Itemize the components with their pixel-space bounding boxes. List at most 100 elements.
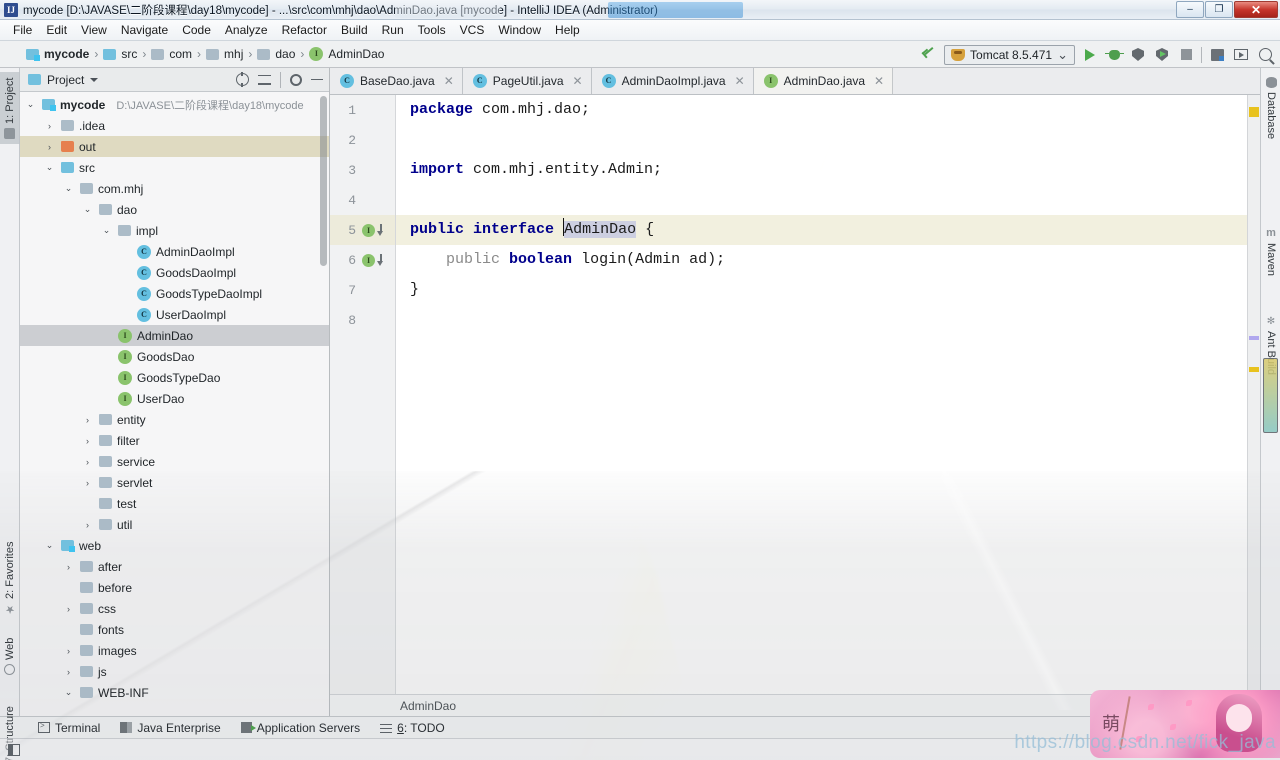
chevron-down-icon[interactable]: ⌄ [62,687,75,698]
code-line[interactable]: public boolean login(Admin ad); [396,245,1247,275]
update-application-icon[interactable] [1232,46,1250,64]
tree-item[interactable]: ⌄ mycode D:\JAVASE\二阶段课程\day18\mycode [20,94,329,115]
chevron-right-icon[interactable]: › [81,436,94,446]
close-button[interactable]: ✕ [1234,1,1278,18]
run-with-coverage-icon[interactable] [1129,46,1147,64]
tree-item[interactable]: › servlet [20,472,329,493]
hide-panel-icon[interactable] [311,78,323,81]
breadcrumb-com[interactable]: com [147,45,196,63]
editor-gutter[interactable]: 12345I6I78 [330,95,396,694]
chevron-right-icon[interactable]: › [81,457,94,467]
tree-item[interactable]: I GoodsDao [20,346,329,367]
stripe-warning-marker[interactable] [1249,107,1259,117]
run-with-profiler-icon[interactable] [1153,46,1171,64]
tree-item[interactable]: › after [20,556,329,577]
sidebar-item-database[interactable]: Database [1261,72,1280,146]
tree-item[interactable]: C UserDaoImpl [20,304,329,325]
green-arrow-icon[interactable] [920,46,938,64]
chevron-right-icon[interactable]: › [62,646,75,656]
chevron-right-icon[interactable]: › [81,520,94,530]
menu-code[interactable]: Code [175,21,218,40]
tree-item[interactable]: ⌄ com.mhj [20,178,329,199]
tree-item[interactable]: C GoodsTypeDaoImpl [20,283,329,304]
code-line[interactable]: } [396,275,1247,305]
chevron-down-icon[interactable]: ⌄ [24,99,37,110]
chevron-down-icon[interactable]: ⌄ [43,540,56,551]
code-line[interactable] [396,185,1247,215]
tree-item[interactable]: C AdminDaoImpl [20,241,329,262]
editor-tab[interactable]: C AdminDaoImpl.java ✕ [592,68,754,94]
breadcrumb-src[interactable]: src [99,45,141,63]
gutter-line[interactable]: 6I [330,245,395,275]
tree-item[interactable]: ⌄ web [20,535,329,556]
tree-item[interactable]: ⌄ WEB-INF [20,682,329,703]
chevron-right-icon[interactable]: › [43,142,56,152]
chevron-right-icon[interactable]: › [81,415,94,425]
gutter-line[interactable]: 5I [330,215,395,245]
sidebar-item-web[interactable]: Web [0,624,20,680]
run-configuration-selector[interactable]: Tomcat 8.5.471 ⌄ [944,44,1075,65]
editor-tab[interactable]: I AdminDao.java ✕ [753,68,894,94]
tree-item[interactable]: C GoodsDaoImpl [20,262,329,283]
chevron-down-icon[interactable]: ⌄ [81,204,94,215]
gutter-line[interactable]: 2 [330,125,395,155]
menu-tools[interactable]: Tools [411,21,453,40]
search-everywhere-icon[interactable] [1256,46,1274,64]
breadcrumb-mhj[interactable]: mhj [202,45,247,63]
build-project-icon[interactable] [1208,46,1226,64]
breadcrumb-admindao[interactable]: I AdminDao [305,45,388,63]
breadcrumb-dao[interactable]: dao [253,45,299,63]
code-line[interactable] [396,125,1247,155]
interface-implemented-icon[interactable]: I [362,253,385,267]
intention-bulb-icon[interactable] [410,191,423,208]
project-tree-scrollbar[interactable] [319,94,328,716]
debug-icon[interactable] [1104,46,1124,64]
tool-window-terminal[interactable]: Terminal [28,719,110,737]
tree-item[interactable]: ⌄ src [20,157,329,178]
editor-tab[interactable]: C BaseDao.java ✕ [330,68,463,94]
tool-window-java-enterprise[interactable]: Java Enterprise [110,719,230,737]
chevron-right-icon[interactable]: › [62,667,75,677]
close-icon[interactable]: ✕ [735,74,745,88]
stripe-warning-marker[interactable] [1249,367,1259,372]
sidebar-item-project[interactable]: 1: Project [0,72,20,144]
settings-gear-icon[interactable] [290,73,302,86]
tree-item[interactable]: before [20,577,329,598]
sidebar-item-maven[interactable]: m Maven [1261,223,1280,285]
breadcrumb-mycode[interactable]: mycode [22,45,93,63]
sidebar-item-favorites[interactable]: ★ 2: Favorites [0,523,20,619]
menu-view[interactable]: View [74,21,114,40]
minimize-button[interactable]: – [1176,1,1204,18]
tree-item[interactable]: › css [20,598,329,619]
tree-item[interactable]: ⌄ dao [20,199,329,220]
chevron-right-icon[interactable]: › [62,604,75,614]
chevron-right-icon[interactable]: › [62,562,75,572]
editor-text[interactable]: package com.mhj.dao; import com.mhj.enti… [396,95,1247,694]
interface-implemented-icon[interactable]: I [362,223,385,237]
code-editor[interactable]: 12345I6I78 package com.mhj.dao; import c… [330,95,1260,694]
menu-vcs[interactable]: VCS [453,21,492,40]
editor-tab[interactable]: C PageUtil.java ✕ [463,68,592,94]
locate-target-icon[interactable] [236,72,249,87]
tree-item[interactable]: › util [20,514,329,535]
tool-window-application-servers[interactable]: Application Servers [231,719,370,737]
menu-build[interactable]: Build [334,21,375,40]
tree-item[interactable]: I AdminDao [20,325,329,346]
chevron-down-icon[interactable]: ⌄ [43,162,56,173]
menu-edit[interactable]: Edit [39,21,74,40]
menu-run[interactable]: Run [375,21,411,40]
code-line[interactable]: import com.mhj.entity.Admin; [396,155,1247,185]
maximize-restore-button[interactable]: ❐ [1205,1,1233,18]
gutter-line[interactable]: 8 [330,305,395,335]
tree-item[interactable]: › service [20,451,329,472]
tree-item[interactable]: test [20,493,329,514]
collapse-all-icon[interactable] [258,74,271,86]
tree-item[interactable]: › js [20,661,329,682]
tree-item[interactable]: › filter [20,430,329,451]
menu-analyze[interactable]: Analyze [218,21,275,40]
tree-item[interactable]: › .idea [20,115,329,136]
gutter-line[interactable]: 7 [330,275,395,305]
close-icon[interactable]: ✕ [444,74,454,88]
chevron-down-icon[interactable]: ⌄ [100,225,113,236]
tree-item[interactable]: ⌄ impl [20,220,329,241]
